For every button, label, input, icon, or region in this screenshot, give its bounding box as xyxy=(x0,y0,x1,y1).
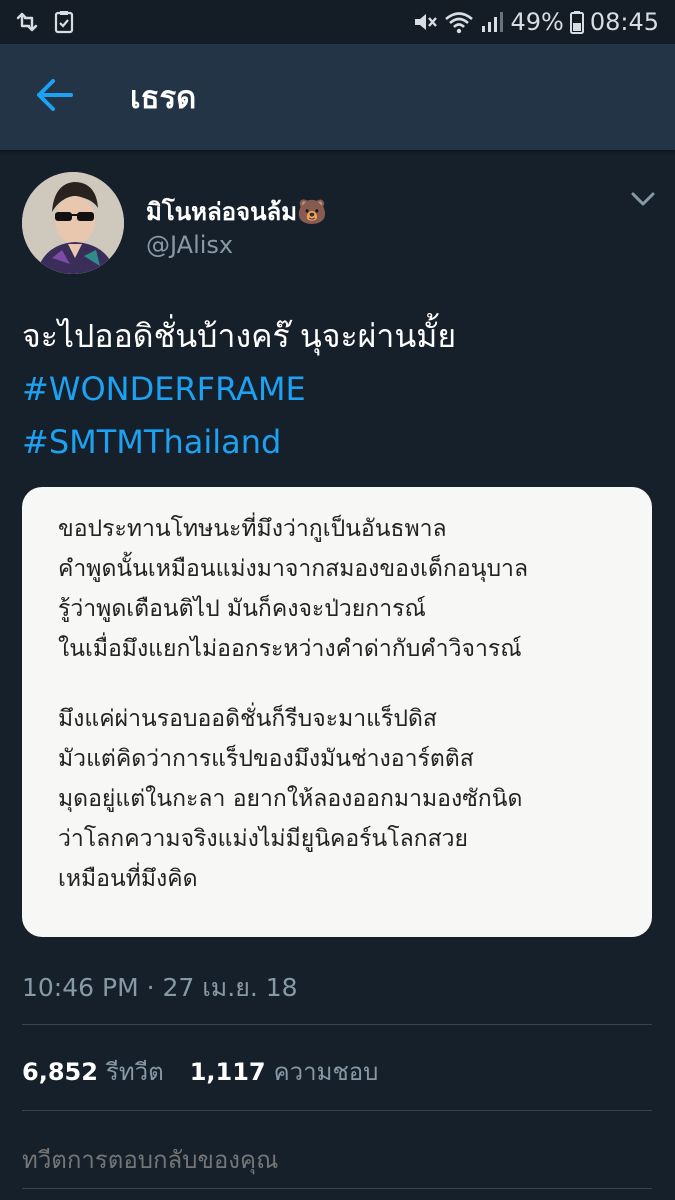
image-text-paragraph: มึงแค่ผ่านรอบออดิชั่นก็รีบจะมาแร็ปดิส มั… xyxy=(58,699,638,899)
avatar[interactable] xyxy=(22,172,124,274)
hashtag-link[interactable]: #WONDERFRAME xyxy=(22,363,652,416)
tweet-stats: 6,852 รีทวีต 1,117 ความชอบ xyxy=(22,1052,378,1091)
image-text-line: มัวแต่คิดว่าการแร็ปของมึงมันช่างอาร์ตติส xyxy=(58,746,474,772)
image-text-line: รู้ว่าพูดเตือนติไป มันก็คงจะป่วยการณ์ xyxy=(58,596,426,622)
wifi-icon xyxy=(444,10,474,34)
chevron-down-icon xyxy=(628,192,658,214)
arrow-left-icon xyxy=(35,77,75,117)
battery-icon xyxy=(569,10,584,34)
likes-label: ความชอบ xyxy=(273,1058,379,1086)
page-title: เธรด xyxy=(130,80,197,116)
image-text-line: คำพูดนั้นเหมือนแม่งมาจากสมองของเด็กอนุบา… xyxy=(58,556,529,582)
checklist-icon xyxy=(54,10,74,34)
likes-stat[interactable]: 1,117 ความชอบ xyxy=(190,1052,379,1091)
divider xyxy=(22,1110,652,1111)
clock-time: 08:45 xyxy=(589,8,659,36)
battery-percent: 49% xyxy=(510,8,564,36)
image-text-line: ขอประทานโทษนะที่มึงว่ากูเป็นอันธพาล xyxy=(58,516,447,542)
mute-icon xyxy=(412,10,438,34)
signal-icon xyxy=(480,10,504,34)
reply-input[interactable] xyxy=(22,1140,652,1180)
retweet-notification-icon xyxy=(14,11,40,33)
image-text-line: มุดอยู่แต่ในกะลา อยากให้ลองออกมามองซักนิ… xyxy=(58,786,523,812)
likes-count: 1,117 xyxy=(189,1058,266,1086)
app-header: เธรด xyxy=(0,44,675,150)
image-text-paragraph: ขอประทานโทษนะที่มึงว่ากูเป็นอันธพาล คำพู… xyxy=(58,509,638,669)
tweet-text-line: จะไปออดิชั่นบ้างคร๊ นุจะผ่านมั้ย xyxy=(22,317,457,355)
retweets-count: 6,852 xyxy=(22,1058,98,1086)
divider xyxy=(22,1024,652,1025)
tweet-image[interactable]: ขอประทานโทษนะที่มึงว่ากูเป็นอันธพาล คำพู… xyxy=(22,487,652,937)
retweets-label: รีทวีต xyxy=(105,1058,164,1086)
author-name[interactable]: มิโนหล่อจนล้ม🐻 xyxy=(146,192,327,231)
tweet-timestamp: 10:46 PM · 27 เม.ย. 18 xyxy=(22,973,298,1002)
back-button[interactable] xyxy=(0,44,110,150)
author-handle[interactable]: @JAlisx xyxy=(146,231,233,259)
tweet-text: จะไปออดิชั่นบ้างคร๊ นุจะผ่านมั้ย #WONDER… xyxy=(22,310,652,469)
image-text-line: มึงแค่ผ่านรอบออดิชั่นก็รีบจะมาแร็ปดิส xyxy=(58,706,437,732)
hashtag-link[interactable]: #SMTMThailand xyxy=(22,416,652,469)
divider xyxy=(22,1188,652,1189)
image-text-line: ในเมื่อมึงแยกไม่ออกระหว่างคำด่ากับคำวิจา… xyxy=(58,636,522,662)
image-text-line: ว่าโลกความจริงแม่งไม่มียูนิคอร์นโลกสวย xyxy=(58,826,469,852)
tweet-menu-button[interactable] xyxy=(628,188,658,214)
retweets-stat[interactable]: 6,852 รีทวีต xyxy=(22,1052,164,1091)
image-text-line: เหมือนที่มึงคิด xyxy=(58,866,198,892)
status-bar: 49% 08:45 xyxy=(0,0,675,44)
